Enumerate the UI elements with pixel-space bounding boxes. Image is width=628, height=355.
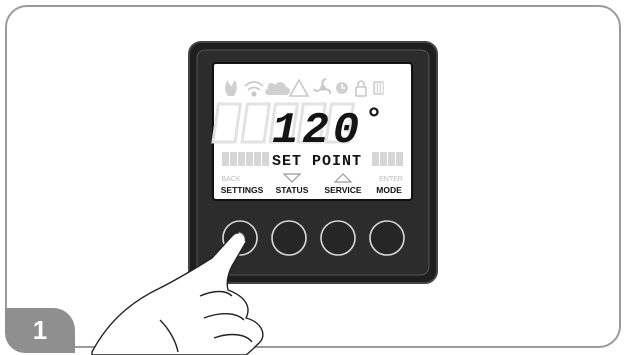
back-label: BACK (221, 176, 240, 183)
controller-illustration: 120 ° SET POINT BACK ENTER SETTINGS STAT… (91, 41, 438, 355)
heater-icon (373, 81, 384, 95)
settings-label: SETTINGS (221, 185, 264, 195)
enter-label: ENTER (379, 176, 403, 183)
status-button[interactable] (271, 220, 307, 256)
lcd-reading-unit: ° (365, 104, 383, 138)
status-label: STATUS (276, 185, 309, 195)
pressing-hand-illustration (91, 231, 264, 355)
mode-label: MODE (376, 185, 402, 195)
clock-icon (336, 82, 348, 94)
service-label: SERVICE (324, 185, 361, 195)
service-button[interactable] (320, 220, 356, 256)
mode-button[interactable] (369, 220, 405, 256)
step-number-badge: 1 (5, 308, 75, 353)
lcd-reading-value: 120 (272, 106, 363, 156)
lcd-mode-text: SET POINT (272, 153, 362, 170)
